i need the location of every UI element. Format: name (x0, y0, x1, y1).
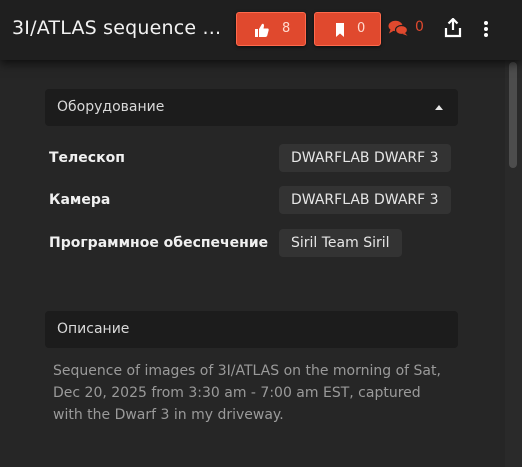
page-title: 3I/ATLAS sequence ... (12, 17, 222, 39)
top-bar: 3I/ATLAS sequence ... 8 0 0 (0, 0, 522, 60)
camera-label: Камера (49, 192, 111, 208)
equipment-section-title: Оборудование (57, 99, 165, 115)
bookmark-icon (336, 23, 344, 37)
equipment-section-header[interactable]: Оборудование (45, 89, 458, 126)
camera-value-chip[interactable]: DWARFLAB DWARF 3 (279, 186, 451, 214)
telescope-label: Телескоп (49, 150, 125, 166)
description-section-header: Описание (45, 311, 458, 348)
like-button[interactable]: 8 (236, 12, 306, 46)
bookmark-count: 0 (357, 21, 366, 36)
comments-icon (388, 20, 408, 36)
like-count: 8 (282, 21, 291, 36)
description-text: Sequence of images of 3I/ATLAS on the mo… (53, 363, 441, 423)
share-icon[interactable] (444, 18, 462, 38)
bookmark-button[interactable]: 0 (314, 12, 381, 46)
description-section-title: Описание (57, 321, 130, 337)
software-label: Программное обеспечение (49, 235, 269, 251)
caret-up-icon (435, 105, 443, 110)
thumbs-up-icon (255, 23, 269, 37)
more-vertical-icon[interactable] (481, 19, 491, 39)
comments-button[interactable]: 0 (388, 19, 428, 39)
scrollbar-thumb[interactable] (509, 62, 517, 168)
telescope-value-chip[interactable]: DWARFLAB DWARF 3 (279, 144, 451, 172)
comments-count: 0 (415, 19, 424, 35)
software-value-chip[interactable]: Siril Team Siril (279, 229, 402, 257)
